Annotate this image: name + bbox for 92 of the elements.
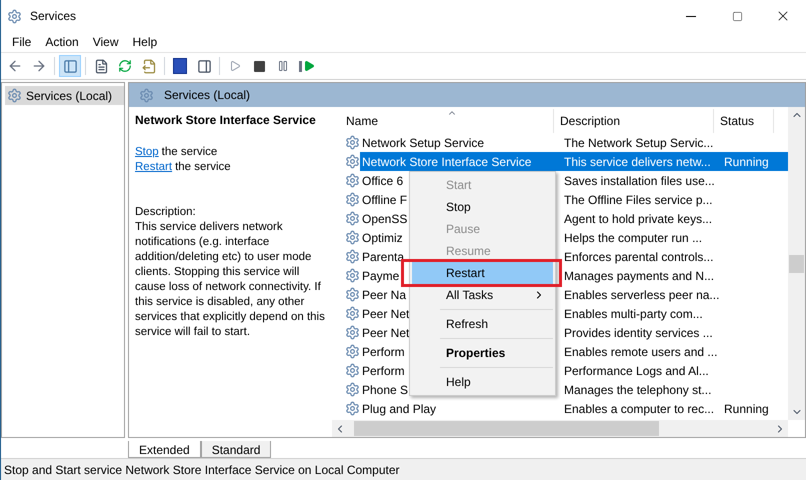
service-icon: [345, 325, 360, 340]
service-icon: [345, 211, 360, 226]
service-description: This service delivers network notifications (e.g. interface addition/deleting etc) to user mode clients. Stopping this service will cause loss of network connectivity. If this service is disabled, any other services that explicitly depend on this service will fail to start.: [135, 220, 326, 340]
service-description: Enables a computer to rec...: [564, 400, 716, 418]
menu-item[interactable]: Refresh: [412, 313, 553, 335]
help-icon: [173, 58, 187, 74]
vertical-scrollbar[interactable]: [788, 107, 805, 420]
service-icon: [345, 192, 360, 207]
service-action-link[interactable]: Stop: [135, 145, 159, 160]
window-title: Services: [30, 8, 76, 25]
menu-item[interactable]: Properties: [412, 342, 553, 364]
menu-item[interactable]: Restart: [412, 262, 553, 284]
column-header[interactable]: Status: [714, 109, 774, 133]
tree-item[interactable]: Services (Local): [5, 86, 124, 105]
service-icon: [345, 249, 360, 264]
service-icon: [345, 344, 360, 359]
service-description: This service delivers netw...: [564, 154, 712, 170]
column-header[interactable]: Description: [554, 109, 714, 133]
service-description: Provides identity services ...: [564, 324, 714, 342]
service-name[interactable]: Parenta: [360, 248, 404, 266]
panel-icon: [62, 58, 78, 74]
service-icon: [345, 173, 360, 188]
document-icon: [94, 58, 108, 74]
service-description: Performance Logs and Al...: [564, 362, 710, 380]
menu-item[interactable]: Help: [412, 371, 553, 393]
service-name[interactable]: Office 6: [360, 172, 404, 190]
service-description: The Offline Files service p...: [564, 192, 714, 208]
service-icon: [345, 287, 360, 302]
service-name[interactable]: Network Setup Service: [360, 134, 484, 152]
service-action-link[interactable]: Restart: [135, 160, 172, 175]
service-name[interactable]: Offline F: [360, 190, 408, 208]
horizontal-scrollbar[interactable]: [332, 420, 788, 437]
menu-item[interactable]: Action: [38, 33, 86, 51]
gear-icon: [7, 88, 22, 103]
service-name[interactable]: Network Store Interface Service: [360, 152, 564, 170]
action-text: the service: [162, 145, 218, 160]
service-name[interactable]: Peer Na: [360, 286, 406, 304]
service-description: Saves installation files use...: [564, 172, 716, 190]
service-description: The Network Setup Servic...: [564, 134, 714, 152]
gear-icon: [139, 88, 154, 102]
service-description: Manages the telephony st...: [564, 382, 712, 398]
service-icon: [345, 268, 360, 283]
service-icon: [345, 230, 360, 245]
service-name[interactable]: Peer Net: [360, 324, 410, 342]
refresh-icon: [118, 59, 132, 73]
service-description: Enforces parental controls...: [564, 248, 714, 266]
service-name[interactable]: Payme: [360, 266, 400, 284]
service-icon: [345, 154, 360, 169]
service-icon: [345, 306, 360, 321]
scroll-thumb[interactable]: [789, 254, 804, 272]
show-tree-button[interactable]: [59, 55, 81, 77]
service-description: Manages payments and N...: [564, 268, 716, 284]
service-name[interactable]: OpenSS: [360, 210, 408, 228]
service-status: Running: [724, 400, 770, 418]
menu-item[interactable]: All Tasks: [412, 284, 553, 306]
panel-icon: [196, 58, 212, 74]
service-name[interactable]: Perform: [360, 342, 405, 360]
column-header[interactable]: Name: [332, 109, 554, 133]
menu-item[interactable]: Help: [126, 33, 164, 51]
resume-icon: [299, 60, 315, 72]
service-description: Enables multi-party com...: [564, 306, 704, 322]
scroll-thumb[interactable]: [354, 421, 659, 436]
service-icon: [345, 363, 360, 378]
menu-item[interactable]: File: [5, 33, 38, 51]
service-description: Enables serverless peer na...: [564, 286, 720, 304]
service-icon: [345, 382, 360, 397]
service-icon: [345, 401, 360, 416]
export-icon: [142, 58, 156, 74]
service-title: Network Store Interface Service: [135, 113, 317, 128]
description-label: Description:: [135, 205, 197, 220]
view-tab[interactable]: Standard: [200, 441, 272, 458]
view-tab[interactable]: Extended: [128, 441, 201, 458]
service-icon: [345, 135, 360, 150]
gear-icon: [7, 8, 22, 24]
panel-header: Services (Local): [129, 83, 805, 107]
service-name[interactable]: Phone S: [360, 380, 408, 398]
action-text: the service: [175, 160, 231, 175]
service-name[interactable]: Plug and Play: [360, 400, 436, 418]
service-description: Enables remote users and ...: [564, 344, 718, 360]
menu-item[interactable]: Stop: [412, 196, 553, 218]
pause-icon: [277, 60, 289, 72]
menu-item[interactable]: View: [86, 33, 126, 51]
service-name[interactable]: Perform: [360, 362, 405, 380]
service-description: Helps the computer run ...: [564, 230, 704, 246]
service-name[interactable]: Peer Net: [360, 304, 410, 322]
maximize-icon: [732, 10, 742, 22]
stop-icon: [254, 60, 264, 72]
service-status: Running: [724, 154, 770, 170]
status-bar: Stop and Start service Network Store Interface Service on Local Computer: [1, 458, 806, 480]
service-description: Agent to hold private keys...: [564, 210, 714, 228]
play-icon: [229, 60, 241, 72]
service-name[interactable]: Optimiz: [360, 228, 403, 246]
